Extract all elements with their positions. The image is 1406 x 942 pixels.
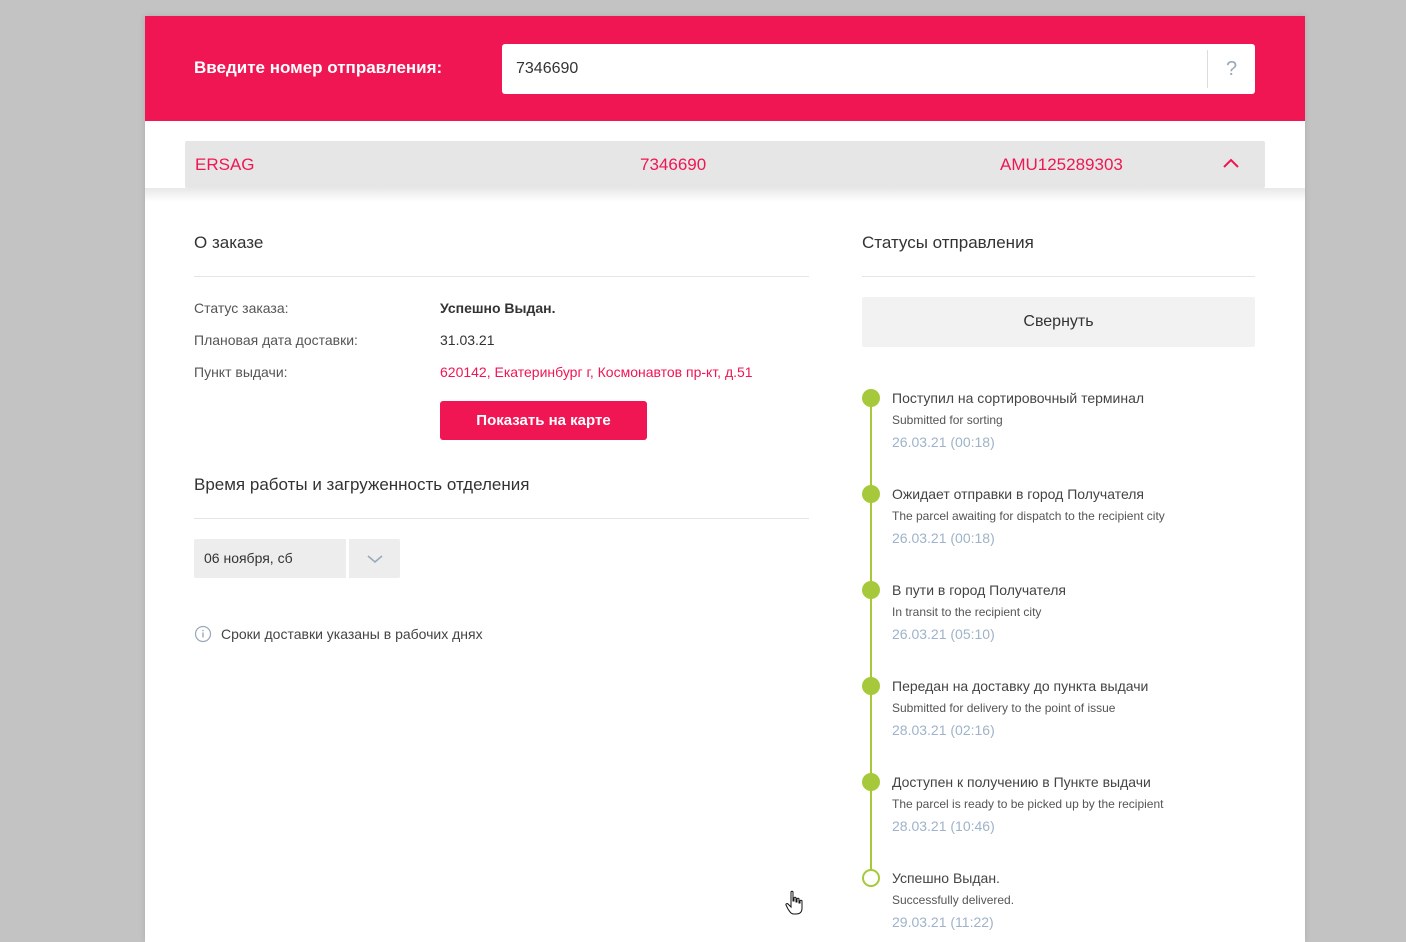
timeline-dot (862, 773, 880, 791)
collapse-button[interactable]: Свернуть (862, 297, 1255, 347)
date-dropdown-toggle[interactable] (349, 539, 400, 578)
status-event-subtitle: Submitted for sorting (892, 413, 1003, 427)
status-event-title: Успешно Выдан. (892, 870, 1000, 886)
order-section-title: О заказе (194, 233, 264, 252)
pickup-point-link[interactable]: 620142, Екатеринбург г, Космонавтов пр-к… (440, 364, 753, 380)
timeline-dot (862, 581, 880, 599)
status-event-subtitle: The parcel is ready to be picked up by t… (892, 797, 1164, 811)
help-button[interactable]: ? (1208, 44, 1255, 94)
chevron-up-icon[interactable] (1221, 153, 1241, 173)
hand-cursor-icon (785, 890, 803, 915)
status-event-subtitle: Submitted for delivery to the point of i… (892, 701, 1116, 715)
timeline-dot (862, 677, 880, 695)
timeline-dot (862, 485, 880, 503)
timeline-dot (862, 389, 880, 407)
search-box: ? (502, 44, 1255, 94)
summary-shadow (145, 188, 1305, 202)
timeline-line (870, 397, 872, 877)
status-event-title: Поступил на сортировочный терминал (892, 390, 1145, 406)
divider (194, 518, 809, 519)
order-status-label: Статус заказа: (194, 300, 289, 316)
delivery-terms-note: Сроки доставки указаны в рабочих днях (194, 625, 483, 643)
tracking-number-input[interactable] (502, 44, 1207, 94)
status-event-title: Передан на доставку до пункта выдачи (892, 678, 1149, 694)
status-event-title: В пути в город Получателя (892, 582, 1066, 598)
status-event-title: Доступен к получению в Пункте выдачи (892, 774, 1151, 790)
status-event-date: 29.03.21 (11:22) (892, 914, 994, 930)
status-event-date: 28.03.21 (10:46) (892, 818, 995, 834)
order-status-value: Успешно Выдан. (440, 300, 556, 316)
timeline-dot-current (862, 869, 880, 887)
search-header: Введите номер отправления: ? (145, 16, 1305, 121)
search-label: Введите номер отправления: (194, 58, 443, 77)
status-event-subtitle: The parcel awaiting for dispatch to the … (892, 509, 1165, 523)
divider (862, 276, 1255, 277)
divider (194, 276, 809, 277)
status-event-title: Ожидает отправки в город Получателя (892, 486, 1145, 502)
show-on-map-button[interactable]: Показать на карте (440, 401, 647, 440)
hours-section-title: Время работы и загруженность отделения (194, 475, 530, 494)
status-event-date: 26.03.21 (05:10) (892, 626, 995, 642)
tracking-code: AMU125289303 (1000, 155, 1123, 174)
order-number: 7346690 (640, 155, 707, 174)
tracking-card: Введите номер отправления: ? ERSAG 73466… (145, 16, 1305, 942)
pickup-point-label: Пункт выдачи: (194, 364, 288, 380)
delivery-terms-text: Сроки доставки указаны в рабочих днях (221, 626, 483, 642)
status-event-date: 28.03.21 (02:16) (892, 722, 995, 738)
shipment-summary-bar[interactable]: ERSAG 7346690 AMU125289303 (185, 141, 1265, 188)
statuses-section-title: Статусы отправления (862, 233, 1034, 252)
date-select[interactable]: 06 ноября, сб (194, 539, 346, 578)
delivery-date-value: 31.03.21 (440, 332, 495, 348)
status-event-subtitle: In transit to the recipient city (892, 605, 1042, 619)
status-event-date: 26.03.21 (00:18) (892, 530, 995, 546)
delivery-date-label: Плановая дата доставки: (194, 332, 358, 348)
help-icon: ? (1225, 57, 1238, 80)
status-event-date: 26.03.21 (00:18) (892, 434, 995, 450)
info-icon (194, 625, 212, 643)
sender-name: ERSAG (195, 155, 255, 174)
chevron-down-icon (367, 555, 383, 564)
status-event-subtitle: Successfully delivered. (892, 893, 1015, 907)
